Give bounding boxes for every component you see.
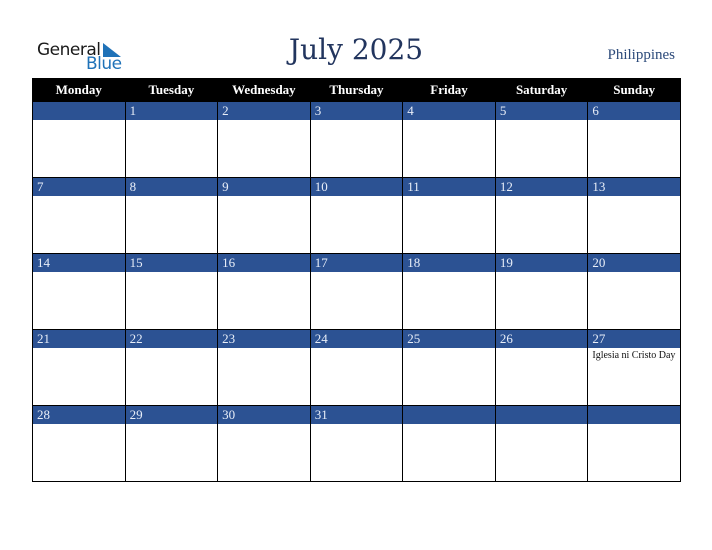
day-cell: [402, 405, 496, 482]
day-number: 15: [125, 254, 218, 272]
day-number: [33, 102, 125, 120]
calendar-grid: Monday Tuesday Wednesday Thursday Friday…: [32, 78, 681, 482]
day-cell: 9: [217, 177, 311, 254]
day-cell: 19: [494, 253, 589, 330]
day-cell: 7: [32, 177, 126, 254]
weekday-header: Sunday: [587, 78, 681, 102]
calendar-title: July 2025: [288, 33, 424, 66]
day-number: 8: [125, 178, 218, 196]
day-number: 28: [33, 406, 125, 424]
day-cell: 20: [587, 253, 681, 330]
day-number: [495, 406, 588, 424]
day-number: 25: [403, 330, 495, 348]
day-number: 21: [33, 330, 125, 348]
day-number: 30: [218, 406, 310, 424]
day-cell: 28: [32, 405, 126, 482]
day-number: 26: [495, 330, 588, 348]
day-number: 3: [310, 102, 403, 120]
day-cell: 16: [217, 253, 311, 330]
weekday-header: Thursday: [309, 78, 404, 102]
day-number: 4: [403, 102, 495, 120]
weekday-header: Friday: [402, 78, 496, 102]
day-number: 2: [218, 102, 310, 120]
day-cell: 5: [494, 101, 589, 178]
weekday-header-row: Monday Tuesday Wednesday Thursday Friday…: [32, 78, 681, 102]
day-number: 5: [495, 102, 588, 120]
week-row: 14 15 16 17 18 19 20: [32, 253, 681, 330]
day-number: 1: [125, 102, 218, 120]
day-number: 22: [125, 330, 218, 348]
week-row: 123456: [32, 101, 681, 178]
day-cell: 21: [32, 329, 126, 406]
day-number: 14: [33, 254, 125, 272]
day-number: 16: [218, 254, 310, 272]
day-cell: 26: [494, 329, 589, 406]
day-cell: 8: [124, 177, 219, 254]
day-cell: 15: [124, 253, 219, 330]
day-number: 18: [403, 254, 495, 272]
day-cell: 17: [309, 253, 404, 330]
day-number: 11: [403, 178, 495, 196]
day-number: 24: [310, 330, 403, 348]
day-number: [403, 406, 495, 424]
day-cell: 30: [217, 405, 311, 482]
country-label: Philippines: [607, 47, 675, 63]
weekday-header: Tuesday: [124, 78, 219, 102]
day-number: 10: [310, 178, 403, 196]
day-cell: 14: [32, 253, 126, 330]
day-number: 12: [495, 178, 588, 196]
day-cell: [32, 101, 126, 178]
day-cell: 27 Iglesia ni Cristo Day: [587, 329, 681, 406]
day-number: 23: [218, 330, 310, 348]
day-cell: 13: [587, 177, 681, 254]
day-number: 6: [588, 102, 680, 120]
weekday-header: Monday: [32, 78, 126, 102]
day-cell: [494, 405, 589, 482]
day-cell: 31: [309, 405, 404, 482]
day-cell: 4: [402, 101, 496, 178]
weekday-header: Saturday: [494, 78, 589, 102]
week-row: 28 29 30 31: [32, 405, 681, 482]
day-cell: 12: [494, 177, 589, 254]
day-number: 29: [125, 406, 218, 424]
day-cell: 10: [309, 177, 404, 254]
day-cell: 18: [402, 253, 496, 330]
day-cell: 25: [402, 329, 496, 406]
day-cell: [587, 405, 681, 482]
week-row: 21 22 23 24 25 26 27 Iglesia ni Cristo Day: [32, 329, 681, 406]
week-row: 7 8 9 10 11 12 13: [32, 177, 681, 254]
day-number: [588, 406, 680, 424]
day-number: 31: [310, 406, 403, 424]
day-cell: 2: [217, 101, 311, 178]
day-number: 19: [495, 254, 588, 272]
day-number: 7: [33, 178, 125, 196]
day-number: 20: [588, 254, 680, 272]
day-cell: 3: [309, 101, 404, 178]
day-cell: 24: [309, 329, 404, 406]
day-cell: 6: [587, 101, 681, 178]
holiday-label: Iglesia ni Cristo Day: [592, 350, 676, 361]
day-cell: 29: [124, 405, 219, 482]
day-number: 9: [218, 178, 310, 196]
day-number: 27: [588, 330, 680, 348]
day-cell: 11: [402, 177, 496, 254]
weekday-header: Wednesday: [217, 78, 311, 102]
day-number: 17: [310, 254, 403, 272]
day-cell: 23: [217, 329, 311, 406]
day-cell: 1: [124, 101, 219, 178]
day-cell: 22: [124, 329, 219, 406]
day-number: 13: [588, 178, 680, 196]
